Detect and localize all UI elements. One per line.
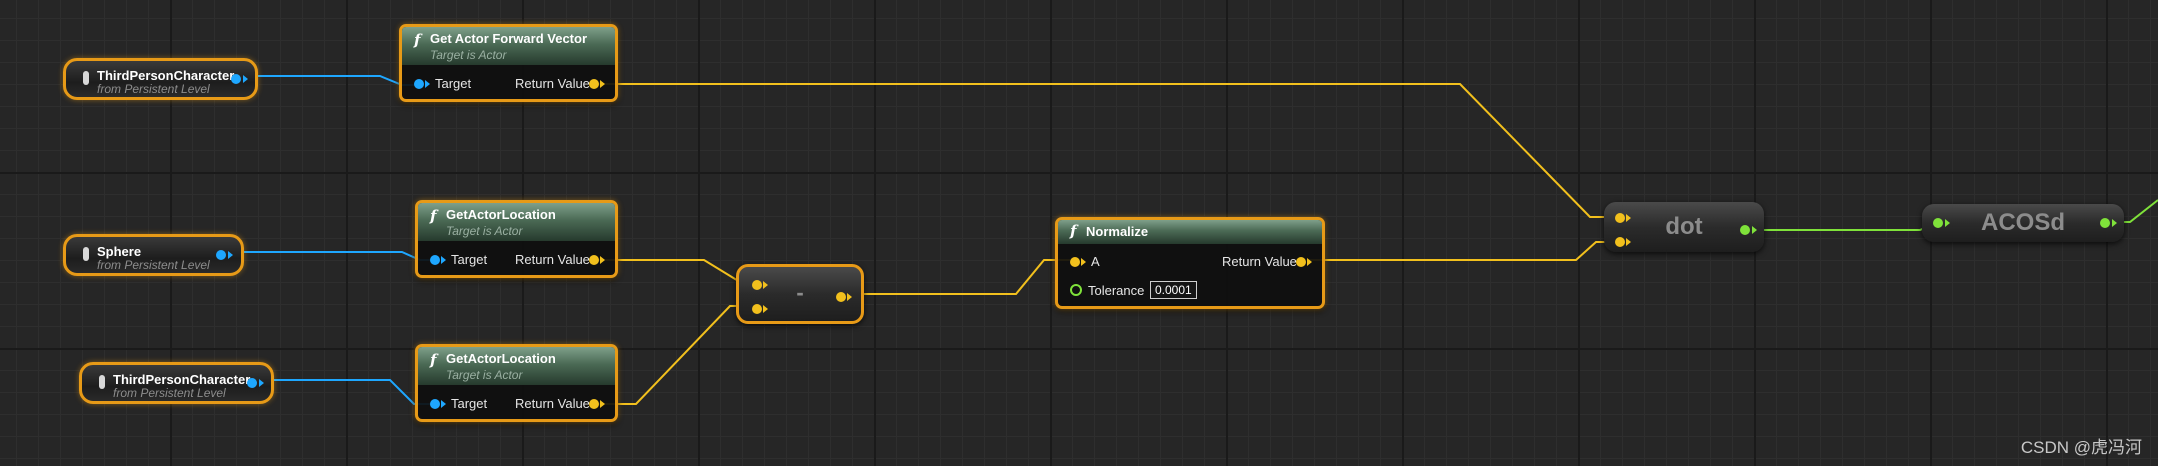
pin-arrow-icon bbox=[1081, 258, 1086, 266]
pin-arrow-icon bbox=[1307, 258, 1312, 266]
vector-input-pin-a[interactable] bbox=[1070, 257, 1080, 267]
wire-tpc1-to-forward bbox=[238, 75, 420, 86]
pin-arrow-icon bbox=[600, 80, 605, 88]
pin-arrow-icon bbox=[425, 80, 430, 88]
object-output-pin[interactable] bbox=[247, 378, 257, 388]
node-title: Normalize bbox=[1086, 224, 1149, 239]
pin-arrow-icon bbox=[2112, 219, 2117, 227]
vector-output-pin[interactable] bbox=[836, 292, 846, 302]
target-label: Target bbox=[451, 252, 488, 267]
node-get-actor-location-sphere[interactable]: f GetActorLocation Target is Actor Targe… bbox=[415, 200, 618, 278]
target-input-pin[interactable] bbox=[430, 399, 440, 409]
variable-name: Sphere bbox=[97, 244, 142, 259]
wire-forward-to-dot bbox=[598, 83, 1618, 218]
wire-sphere-to-loc1 bbox=[225, 251, 436, 261]
object-output-pin[interactable] bbox=[231, 74, 241, 84]
object-output-pin[interactable] bbox=[216, 250, 226, 260]
variable-third-person-character-top[interactable]: ThirdPersonCharacter from Persistent Lev… bbox=[63, 58, 258, 100]
float-output-pin[interactable] bbox=[2100, 218, 2110, 228]
pin-arrow-icon bbox=[259, 379, 264, 387]
variable-source: from Persistent Level bbox=[113, 386, 226, 400]
float-output-pin[interactable] bbox=[1740, 225, 1750, 235]
pin-arrow-icon bbox=[600, 400, 605, 408]
return-value-label: Return Value bbox=[515, 76, 590, 91]
wire-normalize-to-dot bbox=[1308, 241, 1618, 261]
watermark: CSDN @虎冯河 bbox=[2020, 438, 2142, 457]
wire-subtract-to-normalize bbox=[846, 259, 1070, 295]
return-value-label: Return Value bbox=[1222, 254, 1297, 269]
pin-arrow-icon bbox=[243, 75, 248, 83]
return-value-label: Return Value bbox=[515, 252, 590, 267]
pin-arrow-icon bbox=[441, 400, 446, 408]
tolerance-input-pin[interactable] bbox=[1070, 284, 1082, 296]
wire-dot-to-acos bbox=[1752, 222, 1937, 231]
node-header: f Normalize bbox=[1058, 220, 1322, 244]
target-input-pin[interactable] bbox=[414, 79, 424, 89]
target-label: Target bbox=[435, 76, 472, 91]
wire-loc2-to-subtract bbox=[598, 305, 752, 405]
variable-source: from Persistent Level bbox=[97, 82, 210, 96]
variable-name: ThirdPersonCharacter bbox=[97, 68, 235, 83]
node-get-actor-location-character[interactable]: f GetActorLocation Target is Actor Targe… bbox=[415, 344, 618, 422]
wire-loc1-to-subtract bbox=[598, 259, 752, 283]
node-title: Get Actor Forward Vector bbox=[430, 31, 587, 46]
node-header: f GetActorLocation Target is Actor bbox=[418, 203, 615, 241]
target-input-pin[interactable] bbox=[430, 255, 440, 265]
return-value-pin[interactable] bbox=[589, 399, 599, 409]
pin-arrow-icon bbox=[600, 256, 605, 264]
variable-source: from Persistent Level bbox=[97, 258, 210, 272]
return-value-pin[interactable] bbox=[589, 79, 599, 89]
node-subtract[interactable]: - bbox=[736, 264, 864, 324]
variable-name: ThirdPersonCharacter bbox=[113, 372, 251, 387]
pin-arrow-icon bbox=[763, 305, 768, 313]
node-title: GetActorLocation bbox=[446, 351, 556, 366]
node-subtitle: Target is Actor bbox=[446, 368, 523, 382]
pin-arrow-icon bbox=[441, 256, 446, 264]
node-acosd[interactable]: ACOSd bbox=[1922, 204, 2124, 242]
node-get-actor-forward-vector[interactable]: f Get Actor Forward Vector Target is Act… bbox=[399, 24, 618, 102]
target-label: Target bbox=[451, 396, 488, 411]
return-value-pin[interactable] bbox=[1296, 257, 1306, 267]
node-subtitle: Target is Actor bbox=[446, 224, 523, 238]
return-value-pin[interactable] bbox=[589, 255, 599, 265]
pin-arrow-icon bbox=[228, 251, 233, 259]
node-normalize[interactable]: f Normalize A Return Value Tolerance 0.0… bbox=[1055, 217, 1325, 309]
pin-arrow-icon bbox=[1752, 226, 1757, 234]
node-header: f GetActorLocation Target is Actor bbox=[418, 347, 615, 385]
actor-icon bbox=[99, 375, 105, 389]
wire-tpc2-to-loc2 bbox=[254, 379, 436, 405]
node-header: f Get Actor Forward Vector Target is Act… bbox=[402, 27, 615, 65]
tolerance-label: Tolerance bbox=[1088, 283, 1145, 298]
node-dot[interactable]: dot bbox=[1604, 202, 1764, 252]
pin-arrow-icon bbox=[847, 293, 852, 301]
variable-third-person-character-bottom[interactable]: ThirdPersonCharacter from Persistent Lev… bbox=[79, 362, 274, 404]
function-icon: f bbox=[414, 31, 421, 49]
tolerance-input[interactable]: 0.0001 bbox=[1150, 281, 1197, 299]
variable-sphere[interactable]: Sphere from Persistent Level bbox=[63, 234, 244, 276]
function-icon: f bbox=[1070, 222, 1077, 240]
node-title: GetActorLocation bbox=[446, 207, 556, 222]
operator-label: ACOSd bbox=[1981, 209, 2065, 236]
function-icon: f bbox=[430, 351, 437, 369]
actor-icon bbox=[83, 71, 89, 85]
node-subtitle: Target is Actor bbox=[430, 48, 507, 62]
actor-icon bbox=[83, 247, 89, 261]
function-icon: f bbox=[430, 207, 437, 225]
return-value-label: Return Value bbox=[515, 396, 590, 411]
input-a-label: A bbox=[1091, 254, 1100, 269]
